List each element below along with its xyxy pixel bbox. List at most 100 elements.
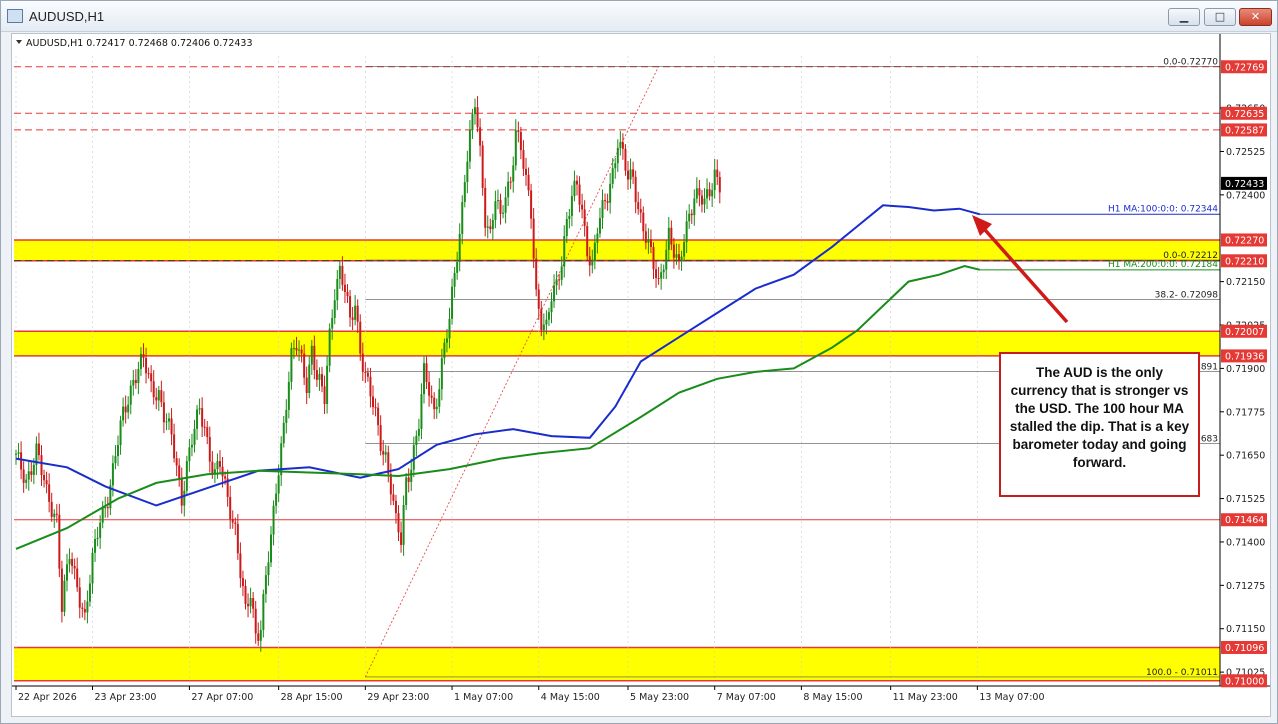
candle-body [573, 180, 576, 197]
candle-body [632, 169, 635, 177]
candle-body [198, 408, 201, 410]
y-tick-label-10: 0.71275 [1226, 581, 1265, 592]
candle-body [703, 198, 706, 205]
candle-body [547, 312, 550, 320]
close-button[interactable]: ✕ [1239, 8, 1272, 26]
candle-body [553, 285, 556, 302]
chart-window-icon [7, 9, 23, 23]
candle-body [433, 397, 436, 410]
chart-area[interactable]: 0.0-0.727700.0-0.7221238.2- 0.720980.718… [11, 33, 1271, 717]
candle-body [37, 443, 40, 456]
candle-body [563, 236, 566, 267]
candle-body [649, 239, 652, 248]
x-tick-label-11: 13 May 07:00 [979, 692, 1044, 703]
candle-body [690, 213, 693, 216]
price-tag-label-0: 0.72769 [1225, 62, 1264, 73]
candle-body [680, 256, 683, 261]
candle-body [137, 368, 140, 384]
fibonacci-level-label-5: 100.0 - 0.71011 [1146, 668, 1218, 678]
candle-body [183, 490, 186, 506]
candle-body [270, 534, 272, 563]
candle-body [453, 272, 456, 287]
candle-body [354, 305, 357, 320]
x-tick-label-5: 1 May 07:00 [454, 692, 513, 703]
price-tag-label-7: 0.71464 [1225, 515, 1264, 526]
title-bar[interactable]: AUDUSD,H1 ▁ □ ✕ [1, 1, 1277, 32]
candle-body [489, 226, 492, 230]
candle-body [252, 598, 255, 609]
candle-body [132, 379, 135, 386]
candle-body [157, 390, 160, 401]
y-tick-label-9: 0.71400 [1226, 537, 1265, 548]
candle-body [219, 461, 221, 467]
candle-body [443, 342, 446, 359]
candle-body [32, 464, 35, 475]
candle-body [451, 286, 454, 319]
candle-body [318, 374, 321, 380]
candle-body [241, 578, 244, 587]
candle-body [616, 147, 619, 164]
candle-body [313, 345, 316, 371]
maximize-button[interactable]: □ [1204, 8, 1236, 26]
candle-body [389, 474, 392, 495]
candle-body [678, 254, 680, 261]
candle-body [481, 145, 484, 188]
minimize-icon: ▁ [1179, 10, 1189, 23]
candle-body [211, 461, 214, 474]
candle-body [175, 458, 178, 466]
candle-body [366, 372, 369, 377]
candle-body [244, 586, 247, 604]
candle-body [565, 219, 568, 237]
candle-body [91, 552, 94, 584]
candle-body [614, 163, 617, 169]
candle-body [491, 219, 494, 230]
candle-body [466, 161, 469, 183]
candle-body [336, 278, 339, 301]
candle-body [315, 370, 318, 380]
candle-body [693, 198, 696, 216]
x-tick-label-3: 28 Apr 15:00 [281, 692, 343, 703]
candle-body [642, 212, 645, 232]
candle-body [372, 396, 374, 408]
candle-body [581, 204, 584, 210]
support-zone-0 [14, 239, 1220, 261]
candle-body [216, 461, 219, 470]
candle-body [150, 373, 153, 382]
candle-body [517, 130, 520, 132]
candle-body [369, 376, 372, 397]
candle-body [343, 284, 346, 292]
candle-body [229, 496, 232, 520]
candle-body [180, 478, 183, 506]
candle-body [168, 418, 170, 422]
candle-body [675, 254, 678, 258]
candle-body [178, 465, 181, 479]
x-tick-label-7: 5 May 23:00 [630, 692, 689, 703]
candle-body [321, 374, 323, 387]
candle-body [499, 200, 502, 214]
candle-body [706, 189, 709, 199]
moving-average-label-1: H1 MA:200:0:0: 0.72184 [1108, 260, 1218, 270]
candle-body [474, 107, 476, 115]
candle-body [570, 196, 573, 216]
candle-body [53, 513, 56, 517]
candle-body [458, 234, 461, 263]
candle-body [456, 262, 459, 273]
candle-body [407, 477, 410, 482]
candle-body [468, 130, 471, 162]
candle-body [188, 447, 191, 462]
candle-body [621, 142, 624, 149]
candle-body [560, 266, 563, 280]
candle-body [359, 321, 362, 354]
candle-body [71, 558, 74, 567]
candle-body [213, 469, 216, 474]
candle-body [142, 354, 145, 358]
candle-body [81, 607, 84, 609]
minimize-button[interactable]: ▁ [1168, 8, 1200, 26]
fibonacci-level-label-2: 38.2- 0.72098 [1155, 291, 1219, 301]
candle-body [596, 233, 599, 243]
candle-body [420, 394, 423, 429]
price-tag-label-2: 0.72587 [1225, 125, 1264, 136]
candle-body [435, 406, 438, 410]
candle-body [127, 404, 130, 413]
candle-body [96, 537, 99, 539]
